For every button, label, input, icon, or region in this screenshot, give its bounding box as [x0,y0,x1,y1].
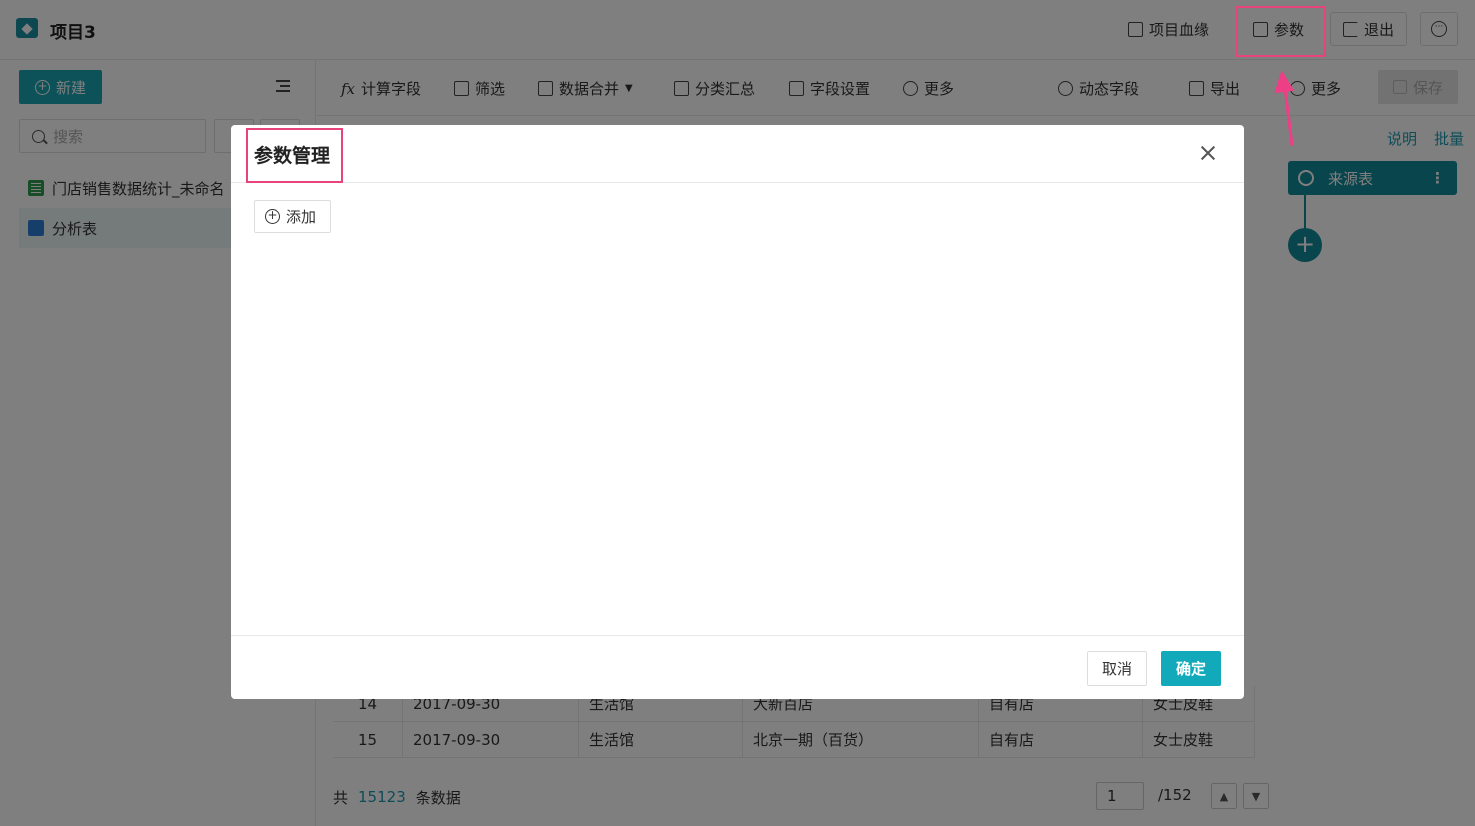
param-management-dialog: 参数管理 + 添加 取消 确定 [231,125,1244,699]
close-icon[interactable] [1199,144,1217,162]
confirm-button[interactable]: 确定 [1161,651,1221,686]
params-highlight-box [1236,6,1326,57]
add-param-button[interactable]: + 添加 [254,200,332,233]
dialog-footer: 取消 确定 [231,635,1244,699]
cancel-button[interactable]: 取消 [1087,651,1147,686]
plus-circle-icon: + [265,209,280,224]
dialog-header: 参数管理 [231,125,1244,183]
title-highlight-box [246,128,343,183]
add-label: 添加 [286,208,317,226]
